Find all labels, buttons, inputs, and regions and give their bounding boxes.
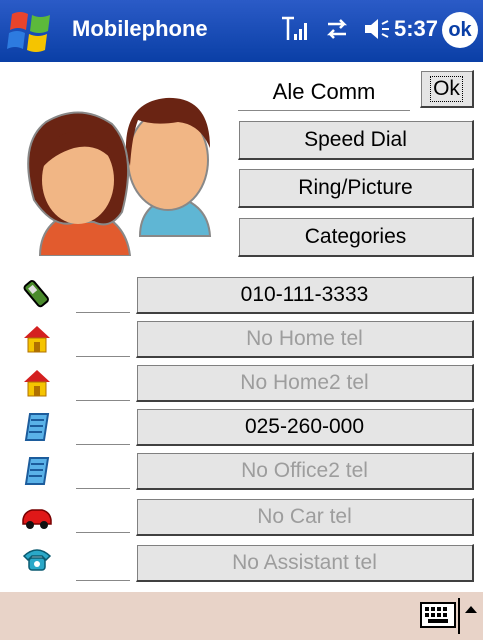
start-menu-icon[interactable]: [6, 8, 56, 54]
home-phone-button[interactable]: No Home tel: [136, 320, 474, 358]
car-phone-button[interactable]: No Car tel: [136, 498, 474, 536]
office2-icon: [24, 457, 50, 485]
home2-phone-button[interactable]: No Home2 tel: [136, 364, 474, 402]
menu-bar: [0, 592, 483, 640]
office2-label-line: [76, 488, 130, 489]
menu-separator: [458, 598, 460, 634]
signal-strength-icon[interactable]: [280, 14, 310, 44]
office-phone-button[interactable]: 025-260-000: [136, 408, 474, 446]
mobile-phone-icon: [23, 280, 49, 308]
app-title: Mobilephone: [72, 16, 208, 41]
clock[interactable]: 5:37: [394, 16, 438, 42]
assistant-phone-button[interactable]: No Assistant tel: [136, 544, 474, 582]
ok-button[interactable]: ok: [442, 12, 478, 48]
connectivity-icon[interactable]: [322, 14, 352, 44]
title-bar: Mobilephone 5:37 ok: [0, 0, 483, 62]
assistant-label-line: [76, 580, 130, 581]
name-ok-button[interactable]: Ok: [420, 70, 474, 108]
keyboard-icon[interactable]: [420, 602, 456, 628]
assistant-phone-icon: [22, 549, 52, 571]
office-icon: [24, 413, 50, 441]
mobile-phone-button[interactable]: 010-111-3333: [136, 276, 474, 314]
office-label-line: [76, 444, 130, 445]
name-ok-label: Ok: [430, 75, 463, 102]
home-label-line: [76, 356, 130, 357]
office2-phone-button[interactable]: No Office2 tel: [136, 452, 474, 490]
speed-dial-button[interactable]: Speed Dial: [238, 120, 474, 160]
car-icon: [22, 509, 52, 529]
categories-button[interactable]: Categories: [238, 217, 474, 257]
contact-avatar[interactable]: [14, 80, 226, 256]
ring-picture-button[interactable]: Ring/Picture: [238, 168, 474, 208]
home-icon: [24, 326, 50, 353]
contact-name-field[interactable]: Ale Comm: [238, 74, 410, 111]
mobile-label-line: [76, 312, 130, 313]
volume-icon[interactable]: [362, 14, 392, 44]
home2-icon: [24, 370, 50, 397]
car-label-line: [76, 532, 130, 533]
home2-label-line: [76, 400, 130, 401]
input-panel-arrow-icon[interactable]: [463, 602, 479, 618]
